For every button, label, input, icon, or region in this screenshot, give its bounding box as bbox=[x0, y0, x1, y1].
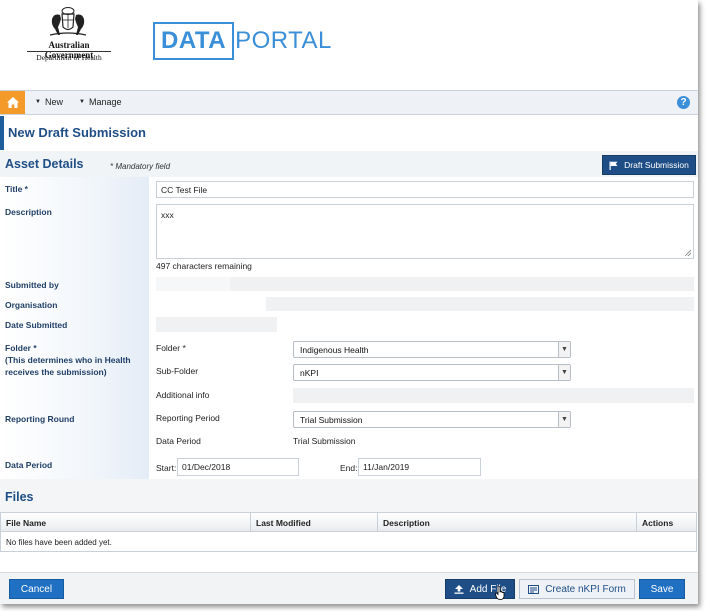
subfolder-select[interactable]: nKPI ▼ bbox=[293, 364, 571, 381]
subfolder-label: Sub-Folder bbox=[156, 366, 199, 376]
asset-details-heading: Asset Details bbox=[5, 157, 84, 171]
caret-down-icon: ▼ bbox=[35, 99, 41, 105]
title-input[interactable]: CC Test File bbox=[156, 181, 694, 198]
description-textarea[interactable]: xxx bbox=[156, 204, 694, 259]
page-title: New Draft Submission bbox=[8, 125, 146, 140]
site-header: Australian Government Department of Heal… bbox=[0, 0, 698, 90]
files-band bbox=[0, 479, 698, 512]
page-title-bar: New Draft Submission bbox=[0, 116, 698, 150]
files-heading: Files bbox=[5, 490, 34, 504]
end-date-input[interactable]: 11/Jan/2019 bbox=[358, 458, 481, 476]
caret-down-icon: ▼ bbox=[79, 99, 85, 105]
end-label: End: bbox=[340, 463, 358, 473]
files-table-header: File Name Last Modified Description Acti… bbox=[1, 513, 696, 532]
data-period-inner-value: Trial Submission bbox=[293, 436, 356, 446]
draft-submission-label: Draft Submission bbox=[624, 160, 689, 170]
organisation-label: Organisation bbox=[5, 300, 58, 310]
submitted-by-field bbox=[230, 277, 694, 291]
main-toolbar: ▼ New ▼ Manage ? bbox=[0, 90, 698, 115]
folder-select[interactable]: Indigenous Health ▼ bbox=[293, 341, 571, 358]
logo-portal-word: PORTAL bbox=[235, 27, 332, 54]
new-menu-label: New bbox=[44, 97, 63, 107]
folder-hint: (This determines who in Health receives … bbox=[5, 355, 131, 377]
date-submitted-label: Date Submitted bbox=[5, 320, 68, 330]
chevron-down-icon: ▼ bbox=[558, 342, 570, 357]
title-label: Title * bbox=[5, 184, 28, 194]
folder-field-label: Folder * bbox=[156, 343, 186, 353]
manage-menu[interactable]: ▼ Manage bbox=[79, 97, 121, 107]
data-period-inner-label: Data Period bbox=[156, 436, 201, 446]
reporting-period-label: Reporting Period bbox=[156, 413, 220, 423]
files-empty-message: No files have been added yet. bbox=[6, 538, 112, 547]
organisation-field bbox=[266, 297, 694, 311]
data-portal-logo[interactable]: DATA PORTAL bbox=[153, 21, 332, 61]
folder-label: Folder * bbox=[5, 343, 37, 353]
home-button[interactable] bbox=[0, 91, 25, 114]
save-button[interactable]: Save bbox=[639, 579, 685, 599]
column-header-actions: Actions bbox=[636, 513, 696, 532]
column-header-description[interactable]: Description bbox=[377, 513, 636, 532]
submitted-by-value bbox=[156, 277, 230, 291]
chevron-down-icon: ▼ bbox=[558, 412, 570, 427]
coat-of-arms-icon bbox=[49, 7, 87, 36]
column-header-last-modified[interactable]: Last Modified bbox=[250, 513, 377, 532]
submitted-by-label: Submitted by bbox=[5, 280, 59, 290]
characters-remaining: 497 characters remaining bbox=[156, 261, 252, 271]
form-icon bbox=[528, 584, 540, 594]
flag-icon bbox=[609, 161, 618, 170]
resize-handle[interactable] bbox=[685, 250, 691, 256]
help-icon[interactable]: ? bbox=[677, 96, 690, 109]
column-header-file-name[interactable]: File Name bbox=[1, 513, 250, 532]
additional-info-field bbox=[293, 388, 694, 403]
date-submitted-field bbox=[156, 317, 277, 332]
create-nkpi-form-label: Create nKPI Form bbox=[545, 583, 626, 595]
subfolder-selected-value: nKPI bbox=[300, 367, 319, 378]
cancel-button[interactable]: Cancel bbox=[9, 579, 64, 599]
department-name: Department of Health bbox=[36, 53, 102, 62]
start-label: Start: bbox=[156, 463, 177, 473]
reporting-period-selected-value: Trial Submission bbox=[300, 414, 363, 425]
description-label: Description bbox=[5, 207, 52, 217]
files-table: File Name Last Modified Description Acti… bbox=[0, 512, 697, 552]
new-menu[interactable]: ▼ New bbox=[35, 97, 63, 107]
data-period-label: Data Period bbox=[5, 460, 53, 470]
upload-icon bbox=[454, 584, 464, 594]
asset-details-band bbox=[0, 151, 698, 177]
start-date-input[interactable]: 01/Dec/2018 bbox=[177, 458, 299, 476]
additional-info-label: Additional info bbox=[156, 390, 210, 400]
reporting-period-select[interactable]: Trial Submission ▼ bbox=[293, 411, 571, 428]
logo-divider bbox=[27, 51, 111, 52]
chevron-down-icon: ▼ bbox=[558, 365, 570, 380]
logo-data-word: DATA bbox=[153, 22, 235, 60]
hand-cursor-icon bbox=[495, 586, 505, 600]
description-text: xxx bbox=[161, 210, 174, 220]
reporting-round-label: Reporting Round bbox=[5, 414, 75, 424]
create-nkpi-form-button[interactable]: Create nKPI Form bbox=[519, 579, 635, 599]
mandatory-field-note: * Mandatory field bbox=[110, 162, 171, 171]
manage-menu-label: Manage bbox=[88, 97, 122, 107]
folder-selected-value: Indigenous Health bbox=[300, 344, 369, 355]
home-icon bbox=[6, 97, 19, 108]
app-window: Australian Government Department of Heal… bbox=[0, 0, 698, 604]
draft-submission-button[interactable]: Draft Submission bbox=[602, 155, 696, 175]
